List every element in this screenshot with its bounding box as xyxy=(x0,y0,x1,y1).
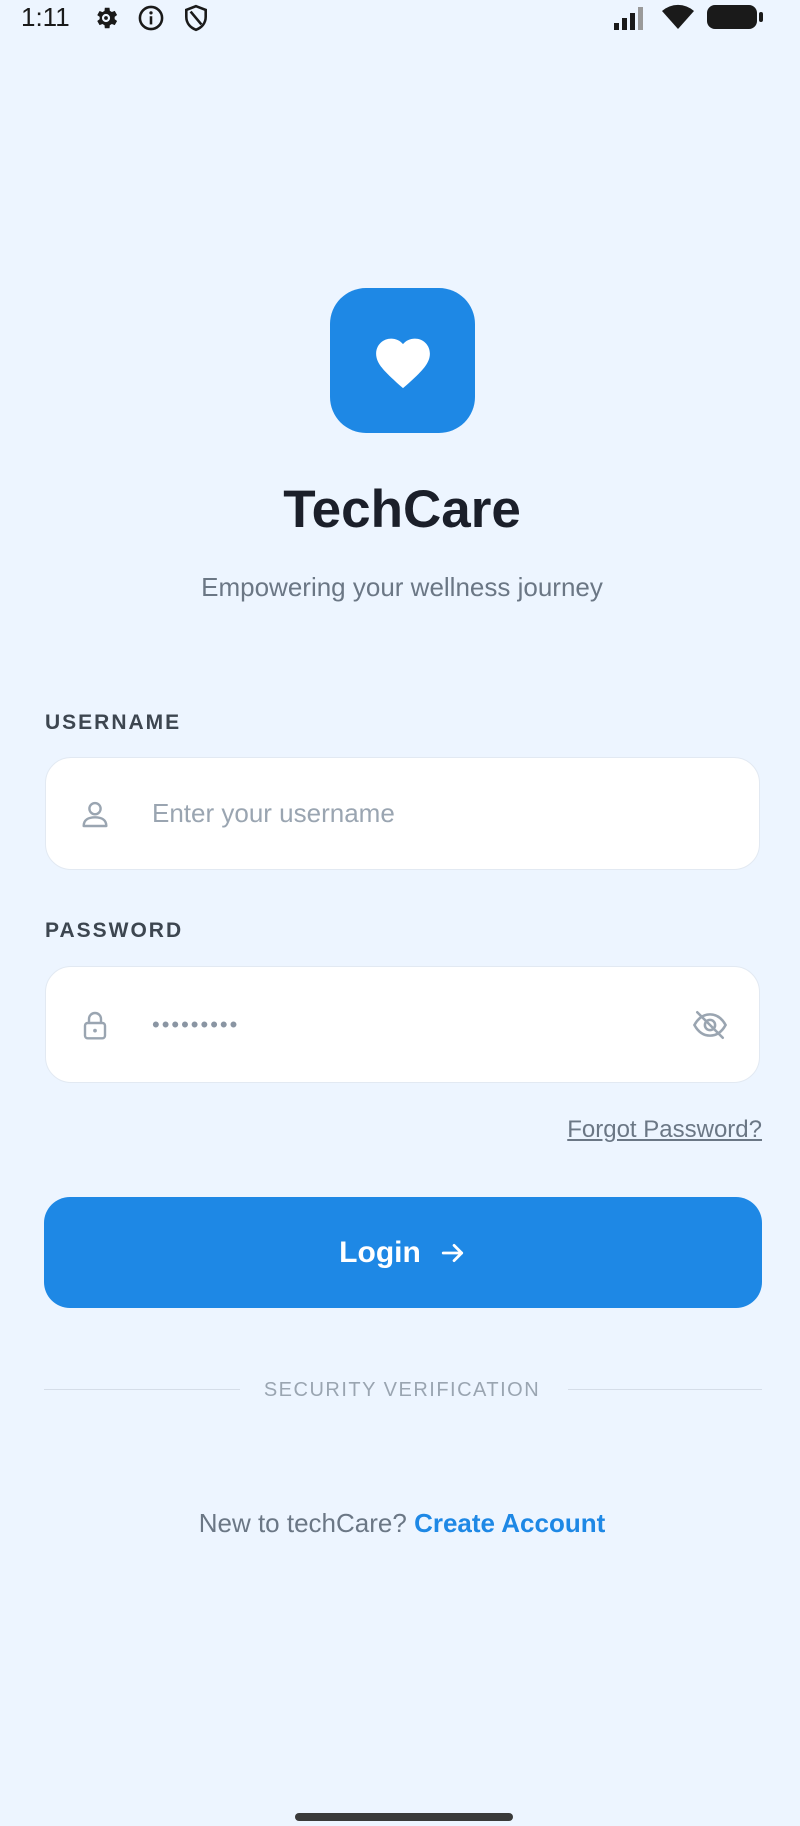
create-account-link[interactable]: Create Account xyxy=(414,1508,605,1538)
signup-prompt: New to techCare? xyxy=(198,1508,407,1538)
status-bar: 1:11 xyxy=(0,0,800,36)
app-subtitle: Empowering your wellness journey xyxy=(201,572,603,602)
login-button-label: Login xyxy=(339,1235,421,1269)
status-time: 1:11 xyxy=(21,2,70,32)
signup-row: New to techCare? Create Account xyxy=(0,1506,800,1540)
info-icon xyxy=(138,5,164,31)
gear-icon xyxy=(97,7,118,29)
user-icon xyxy=(82,801,108,827)
password-input[interactable] xyxy=(152,967,632,1082)
forgot-password-link[interactable]: Forgot Password? xyxy=(567,1115,762,1145)
password-label: PASSWORD xyxy=(45,919,184,942)
signal-icon xyxy=(614,7,643,30)
shield-icon xyxy=(185,4,207,32)
login-button[interactable]: Login xyxy=(44,1197,762,1308)
divider-line-right xyxy=(568,1389,762,1390)
heart-icon xyxy=(375,338,430,388)
battery-icon xyxy=(707,5,763,29)
security-verification-label: SECURITY VERIFICATION xyxy=(263,1379,541,1401)
app-logo xyxy=(330,288,475,433)
username-field[interactable] xyxy=(45,757,760,870)
lock-icon xyxy=(83,1011,107,1040)
username-label: USERNAME xyxy=(45,711,182,734)
app-title: TechCare xyxy=(283,480,521,539)
wifi-icon xyxy=(662,4,694,30)
arrow-right-icon xyxy=(441,1243,463,1262)
password-field[interactable] xyxy=(45,966,760,1083)
username-input[interactable] xyxy=(152,758,632,869)
eye-off-icon[interactable] xyxy=(691,1008,729,1042)
home-indicator[interactable] xyxy=(295,1813,513,1821)
